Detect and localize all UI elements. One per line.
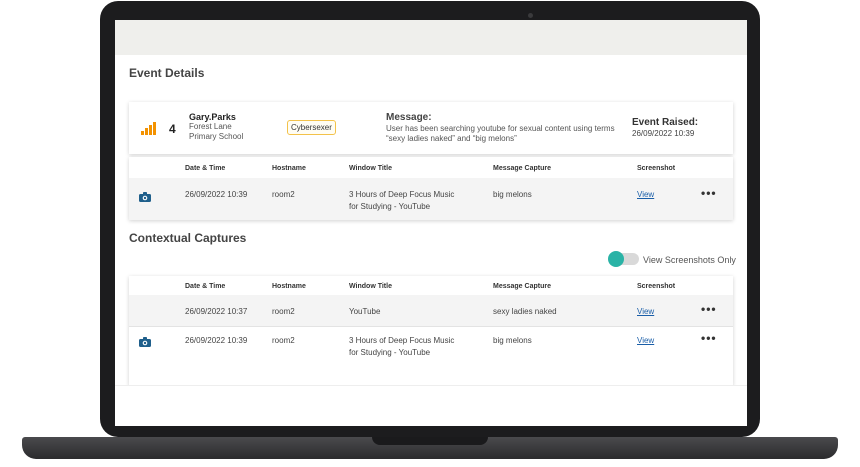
view-screenshot-link[interactable]: View (637, 306, 654, 318)
severity-count: 4 (169, 122, 176, 136)
app-screen: Event Details 4 Gary.Parks Forest Lane P… (115, 20, 747, 426)
camera-icon[interactable] (139, 337, 151, 347)
col-header-message-capture[interactable]: Message Capture (493, 283, 551, 290)
signal-bars-icon (141, 121, 161, 135)
col-header-screenshot[interactable]: Screenshot (637, 283, 675, 290)
cell-window-title-line2: for Studying - YouTube (349, 348, 431, 357)
col-header-hostname[interactable]: Hostname (272, 283, 306, 290)
laptop-notch (372, 437, 488, 445)
cell-datetime: 26/09/2022 10:39 (185, 336, 248, 345)
cell-window-title-line1: 3 Hours of Deep Focus Music (349, 190, 455, 199)
school-name-line1: Forest Lane (189, 122, 232, 131)
cell-hostname: room2 (272, 190, 295, 199)
event-details-title: Event Details (129, 66, 205, 80)
message-text: User has been searching youtube for sexu… (386, 124, 615, 143)
view-screenshot-link[interactable]: View (637, 189, 654, 201)
col-header-window-title[interactable]: Window Title (349, 283, 392, 290)
col-header-hostname[interactable]: Hostname (272, 165, 306, 172)
cell-datetime: 26/09/2022 10:37 (185, 307, 248, 316)
table-row[interactable]: 26/09/2022 10:37 room2 YouTube sexy ladi… (129, 295, 733, 326)
user-name[interactable]: Gary.Parks (189, 112, 236, 122)
cell-message-capture: sexy ladies naked (493, 307, 557, 316)
contextual-captures-title: Contextual Captures (129, 231, 247, 245)
camera-icon[interactable] (139, 192, 151, 202)
top-bar (115, 20, 747, 55)
view-screenshot-link[interactable]: View (637, 335, 654, 347)
table-row[interactable]: 26/09/2022 10:39 room2 3 Hours of Deep F… (129, 327, 733, 367)
table-row[interactable]: 26/09/2022 10:39 room2 3 Hours of Deep F… (129, 178, 733, 220)
toggle-label: View Screenshots Only (643, 255, 736, 265)
more-options-icon[interactable]: ••• (701, 302, 717, 316)
cell-hostname: room2 (272, 307, 295, 316)
col-header-window-title[interactable]: Window Title (349, 165, 392, 172)
screenshots-only-toggle[interactable] (608, 251, 639, 267)
toggle-knob[interactable] (608, 251, 624, 267)
footer-area (115, 385, 747, 426)
col-header-datetime[interactable]: Date & Time (185, 283, 225, 290)
cell-window-title-line1: YouTube (349, 307, 381, 316)
event-raised-date: 26/09/2022 10:39 (632, 129, 695, 138)
cell-message-capture: big melons (493, 336, 532, 345)
cell-hostname: room2 (272, 336, 295, 345)
cell-window-title-line1: 3 Hours of Deep Focus Music (349, 336, 455, 345)
more-options-icon[interactable]: ••• (701, 186, 717, 200)
webcam (528, 13, 533, 18)
event-summary-card: 4 Gary.Parks Forest Lane Primary School … (129, 102, 733, 154)
col-header-datetime[interactable]: Date & Time (185, 165, 225, 172)
contextual-captures-table: Date & Time Hostname Window Title Messag… (129, 276, 733, 386)
message-label: Message: (386, 112, 432, 123)
cell-window-title-line2: for Studying - YouTube (349, 202, 431, 211)
event-raised-label: Event Raised: (632, 117, 699, 128)
cell-datetime: 26/09/2022 10:39 (185, 190, 248, 199)
col-header-message-capture[interactable]: Message Capture (493, 165, 551, 172)
more-options-icon[interactable]: ••• (701, 331, 717, 345)
cell-message-capture: big melons (493, 190, 532, 199)
event-capture-table: Date & Time Hostname Window Title Messag… (129, 157, 733, 220)
category-badge: Cybersexer (287, 120, 336, 135)
school-name-line2: Primary School (189, 132, 244, 141)
col-header-screenshot[interactable]: Screenshot (637, 165, 675, 172)
